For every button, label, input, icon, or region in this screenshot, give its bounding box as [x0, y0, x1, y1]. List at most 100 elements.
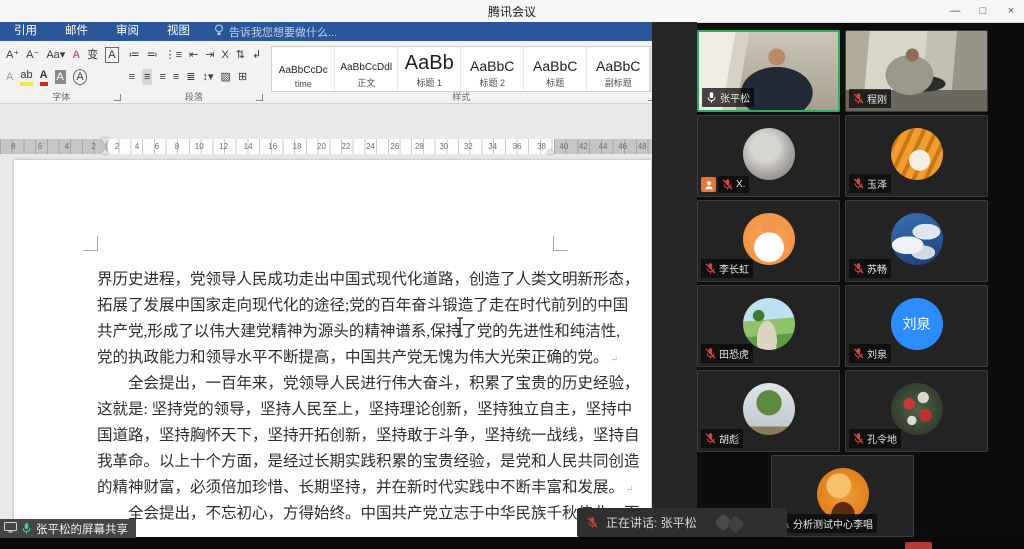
- paragraph-dialog-launcher[interactable]: [256, 94, 263, 101]
- participant-tile-1[interactable]: 程刚: [845, 30, 988, 112]
- participant-name: 玉泽: [867, 176, 887, 191]
- doc-line: 全会提出，一百年来，党领导人民进行伟大奋斗，积累了宝贵的历史经验，: [97, 371, 553, 397]
- ruler-number: 20: [317, 142, 326, 151]
- participant-tile-8[interactable]: 胡彪: [697, 370, 840, 452]
- ruler-number: 6: [155, 142, 159, 151]
- name-label: 苏畅: [849, 259, 891, 278]
- participant-tile-9[interactable]: 孔令地: [845, 370, 988, 452]
- tell-me-box[interactable]: 告诉我您想要做什么...: [204, 24, 337, 40]
- distribute-icon[interactable]: ≣: [186, 70, 195, 84]
- asian-layout-icon[interactable]: X: [221, 48, 228, 62]
- participant-tile-10[interactable]: 分析测试中心李唱: [771, 455, 914, 537]
- decrease-indent-icon[interactable]: ⇤: [189, 48, 198, 62]
- participant-tile-2[interactable]: X.: [697, 115, 840, 197]
- show-marks-icon[interactable]: ↲: [252, 48, 261, 62]
- grow-font-icon[interactable]: A⁺: [6, 48, 19, 62]
- tile-label-row: X.: [701, 176, 749, 193]
- multilevel-list-icon[interactable]: ⋮≡: [165, 48, 182, 62]
- character-border-icon[interactable]: A: [105, 47, 118, 63]
- participant-name: 苏畅: [867, 261, 887, 276]
- monitor-icon: [4, 522, 17, 536]
- shrink-font-icon[interactable]: A⁻: [26, 48, 39, 62]
- tile-label-row: 胡彪: [701, 429, 743, 448]
- align-center-icon[interactable]: ≡: [142, 69, 152, 85]
- red-indicator: [905, 542, 932, 549]
- text-effects-icon[interactable]: A: [72, 48, 80, 62]
- clear-formatting-icon[interactable]: A: [6, 70, 13, 84]
- style-entry-2[interactable]: AaBb标题 1: [398, 47, 461, 91]
- name-label: 张平松: [702, 88, 754, 107]
- bullets-icon[interactable]: ≔: [129, 48, 140, 62]
- ruler-number: 32: [464, 142, 473, 151]
- justify-icon[interactable]: ≡: [173, 70, 179, 84]
- speaking-mic-icon: [587, 516, 598, 529]
- ribbon-tab-0[interactable]: 引用: [0, 22, 51, 41]
- ruler-number: 40: [559, 142, 568, 151]
- mic-muted-icon: [853, 262, 864, 275]
- participant-tile-6[interactable]: 田恐虎: [697, 285, 840, 367]
- name-label: 程刚: [849, 89, 891, 108]
- style-label: time: [295, 79, 312, 89]
- participant-tile-3[interactable]: 玉泽: [845, 115, 988, 197]
- participant-tile-0[interactable]: 张平松: [697, 30, 840, 112]
- tile-label-row: 张平松: [702, 88, 754, 107]
- ribbon: A⁺A⁻Aa▾A变A AabAAA 字体 ≔≕⋮≡⇤⇥X⇅↲ ≡≡≡≡≣↕▾▨⊞…: [0, 41, 652, 104]
- style-entry-3[interactable]: AaBbC标题 2: [461, 47, 524, 91]
- ribbon-tab-2[interactable]: 审阅: [102, 22, 153, 41]
- style-entry-5[interactable]: AaBbC副标题: [587, 47, 650, 91]
- ruler-number: 8: [175, 142, 179, 151]
- document-area: 8642 2468101214161820222426283032343638 …: [0, 104, 652, 537]
- tile-label-row: 苏畅: [849, 259, 891, 278]
- tile-label-row: 程刚: [849, 89, 891, 108]
- change-case-icon[interactable]: Aa▾: [46, 48, 65, 62]
- participant-tile-7[interactable]: 刘泉刘泉: [845, 285, 988, 367]
- style-entry-1[interactable]: AaBbCcDdl正文: [335, 47, 398, 91]
- style-entry-0[interactable]: AaBbCcDctime: [272, 47, 335, 91]
- avatar: [743, 383, 795, 435]
- increase-indent-icon[interactable]: ⇥: [205, 48, 214, 62]
- ribbon-tab-1[interactable]: 邮件: [51, 22, 102, 41]
- margin-cropmark-left: [83, 236, 98, 251]
- align-right-icon[interactable]: ≡: [159, 70, 165, 84]
- align-left-icon[interactable]: ≡: [129, 70, 135, 84]
- hanging-indent-marker[interactable]: [101, 149, 109, 154]
- character-shading-icon[interactable]: A: [55, 70, 66, 84]
- borders-icon[interactable]: ⊞: [238, 70, 247, 84]
- close-button[interactable]: ×: [1004, 5, 1018, 17]
- shading-icon[interactable]: ▨: [221, 70, 231, 84]
- participant-name: X.: [736, 179, 745, 190]
- numbering-icon[interactable]: ≕: [147, 48, 158, 62]
- meeting-watermark-logo: [713, 514, 753, 532]
- share-label-text: 张平松的屏幕共享: [36, 521, 128, 537]
- participant-tile-4[interactable]: 李长虹: [697, 200, 840, 282]
- text-highlight-icon[interactable]: ab: [20, 68, 32, 86]
- style-entry-4[interactable]: AaBbC标题: [524, 47, 587, 91]
- style-preview: AaBbC: [470, 59, 514, 73]
- sort-icon[interactable]: ⇅: [236, 48, 245, 62]
- document-page[interactable]: 界历史进程，党领导人民成功走出中国式现代化道路，创造了人类文明新形态，拓展了发展…: [14, 160, 651, 537]
- style-label: 标题 1: [416, 76, 442, 89]
- first-line-indent-marker[interactable]: [101, 138, 109, 144]
- doc-line: 国道路，坚持胸怀天下，坚持开拓创新，坚持敢于斗争，坚持统一战线，坚持自: [97, 423, 553, 449]
- phonetic-guide-icon[interactable]: 变: [87, 48, 98, 62]
- font-dialog-launcher[interactable]: [114, 94, 121, 101]
- ruler-number: 36: [513, 142, 522, 151]
- paragraph-icons-row2: ≡ ≡ ≡ ≡ ≣ ↕▾ ▨ ⊞: [127, 66, 262, 88]
- ribbon-tab-3[interactable]: 视图: [153, 22, 204, 41]
- tile-label-row: 李长虹: [701, 259, 753, 278]
- enclose-characters-icon[interactable]: A: [73, 69, 87, 85]
- style-preview: AaBbCcDdl: [340, 63, 392, 73]
- participant-name: 田恐虎: [719, 346, 749, 361]
- ruler-number: 44: [599, 142, 608, 151]
- avatar: [891, 383, 943, 435]
- name-label: 胡彪: [701, 429, 743, 448]
- participant-tile-5[interactable]: 苏畅: [845, 200, 988, 282]
- minimize-button[interactable]: —: [948, 5, 962, 17]
- font-color-icon[interactable]: A: [40, 68, 48, 86]
- right-indent-marker[interactable]: [546, 149, 554, 154]
- mic-muted-icon: [853, 92, 864, 105]
- name-label: 孔令地: [849, 429, 901, 448]
- line-spacing-icon[interactable]: ↕▾: [203, 70, 214, 84]
- maximize-button[interactable]: □: [976, 5, 990, 17]
- doc-line: 这就是: 坚持党的领导，坚持人民至上，坚持理论创新，坚持独立自主，坚持中: [97, 397, 553, 423]
